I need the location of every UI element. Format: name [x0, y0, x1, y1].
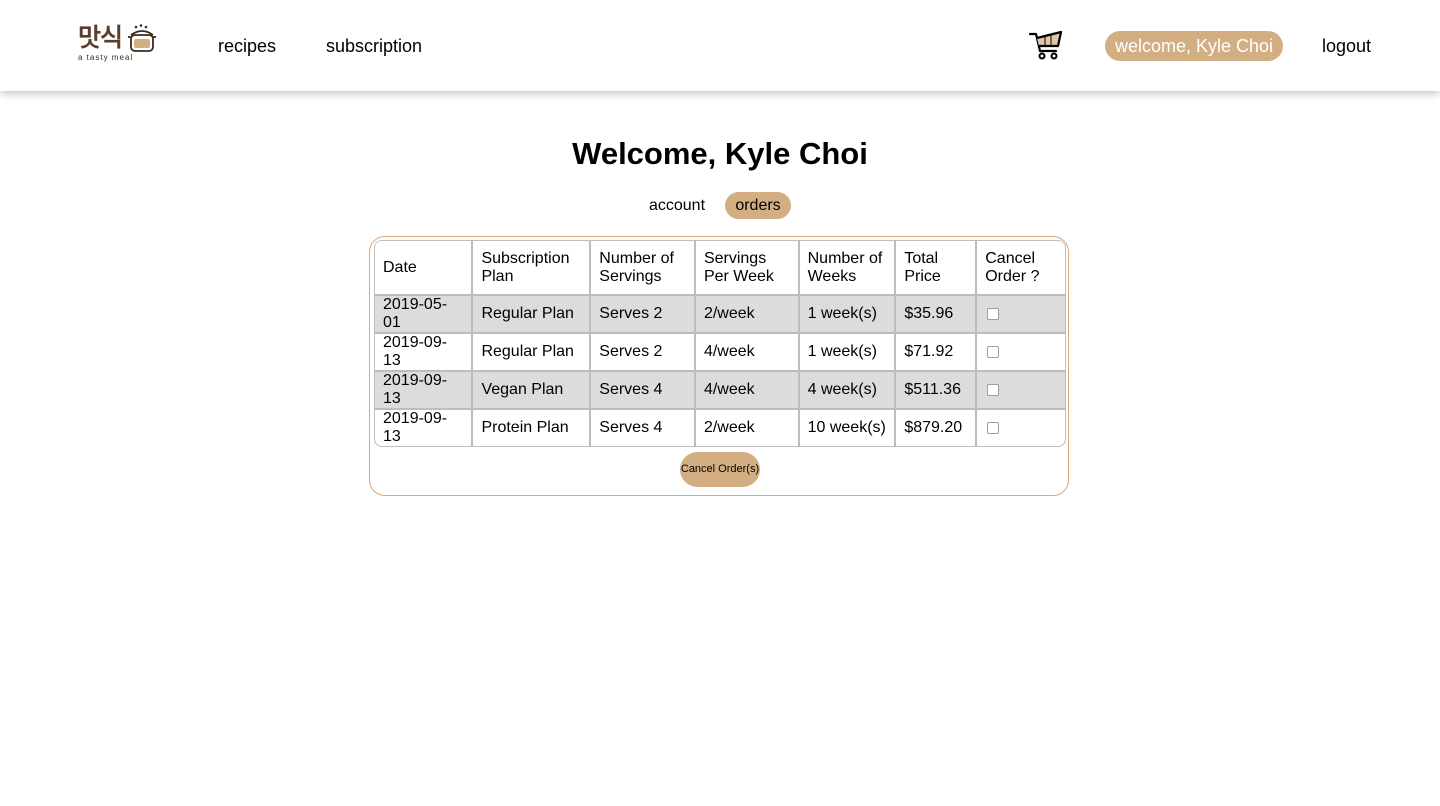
orders-table: Date Subscription Plan Number of Serving…	[374, 240, 1066, 447]
cell-per-week: 4/week	[695, 372, 800, 410]
cell-date: 2019-09-13	[375, 372, 474, 410]
cell-per-week: 2/week	[696, 410, 800, 446]
cell-cancel	[977, 410, 1065, 446]
cell-weeks: 4 week(s)	[799, 372, 897, 410]
cancel-order-checkbox[interactable]	[987, 421, 1000, 434]
table-row: 2019-09-13 Protein Plan Serves 4 2/week …	[375, 410, 1065, 446]
tab-account[interactable]: account	[643, 192, 711, 219]
tab-orders[interactable]: orders	[725, 192, 791, 219]
cancel-order-checkbox[interactable]	[987, 383, 1000, 396]
column-header-date: Date	[375, 241, 474, 296]
cell-per-week: 4/week	[695, 334, 800, 372]
cell-cancel	[977, 372, 1065, 410]
column-header-servings: Number of Servings	[591, 241, 696, 296]
cancel-orders-button[interactable]: Cancel Order(s)	[680, 452, 760, 487]
cell-servings: Serves 2	[591, 296, 696, 334]
cell-plan: Vegan Plan	[473, 372, 592, 410]
top-nav-bar: 맛식 a tasty meal recipes subscription wel…	[0, 0, 1440, 91]
cell-weeks: 1 week(s)	[799, 334, 897, 372]
cell-plan: Regular Plan	[473, 334, 592, 372]
cell-per-week: 2/week	[695, 296, 800, 334]
table-header-row: Date Subscription Plan Number of Serving…	[375, 241, 1065, 296]
table-row: 2019-09-13 Vegan Plan Serves 4 4/week 4 …	[375, 372, 1065, 410]
cancel-order-checkbox[interactable]	[987, 345, 1000, 358]
cell-price: $71.92	[896, 334, 978, 372]
cell-cancel	[977, 334, 1065, 372]
cancel-order-checkbox[interactable]	[987, 307, 1000, 320]
table-row: 2019-09-13 Regular Plan Serves 2 4/week …	[375, 334, 1065, 372]
cell-plan: Protein Plan	[473, 410, 592, 446]
cell-weeks: 1 week(s)	[799, 296, 897, 334]
logo-wordmark: 맛식	[78, 23, 123, 52]
cell-price: $35.96	[896, 296, 978, 334]
cell-servings: Serves 4	[591, 372, 696, 410]
column-header-per-week: Servings Per Week	[695, 241, 800, 296]
cell-weeks: 10 week(s)	[800, 410, 897, 446]
cell-servings: Serves 2	[591, 334, 696, 372]
table-row: 2019-05-01 Regular Plan Serves 2 2/week …	[375, 296, 1065, 334]
cell-price: $511.36	[896, 372, 978, 410]
nav-subscription-link[interactable]: subscription	[326, 35, 422, 57]
brand-logo[interactable]: 맛식 a tasty meal	[78, 22, 158, 66]
cell-cancel	[977, 296, 1065, 334]
column-header-plan: Subscription Plan	[473, 241, 592, 296]
cell-servings: Serves 4	[591, 410, 696, 446]
shopping-cart-icon[interactable]	[1029, 29, 1063, 61]
page-title: Welcome, Kyle Choi	[572, 136, 868, 171]
welcome-user-button[interactable]: welcome, Kyle Choi	[1105, 31, 1283, 61]
nav-recipes-link[interactable]: recipes	[218, 35, 276, 57]
column-header-weeks: Number of Weeks	[799, 241, 897, 296]
logo-tagline: a tasty meal	[78, 53, 134, 62]
column-header-price: Total Price	[896, 241, 978, 296]
logout-link[interactable]: logout	[1322, 35, 1371, 57]
cell-plan: Regular Plan	[473, 296, 592, 334]
cell-date: 2019-09-13	[375, 410, 474, 446]
cell-date: 2019-05-01	[375, 296, 474, 334]
pot-icon	[128, 24, 156, 52]
column-header-cancel: Cancel Order ?	[977, 241, 1065, 296]
cell-price: $879.20	[896, 410, 978, 446]
cell-date: 2019-09-13	[375, 334, 474, 372]
